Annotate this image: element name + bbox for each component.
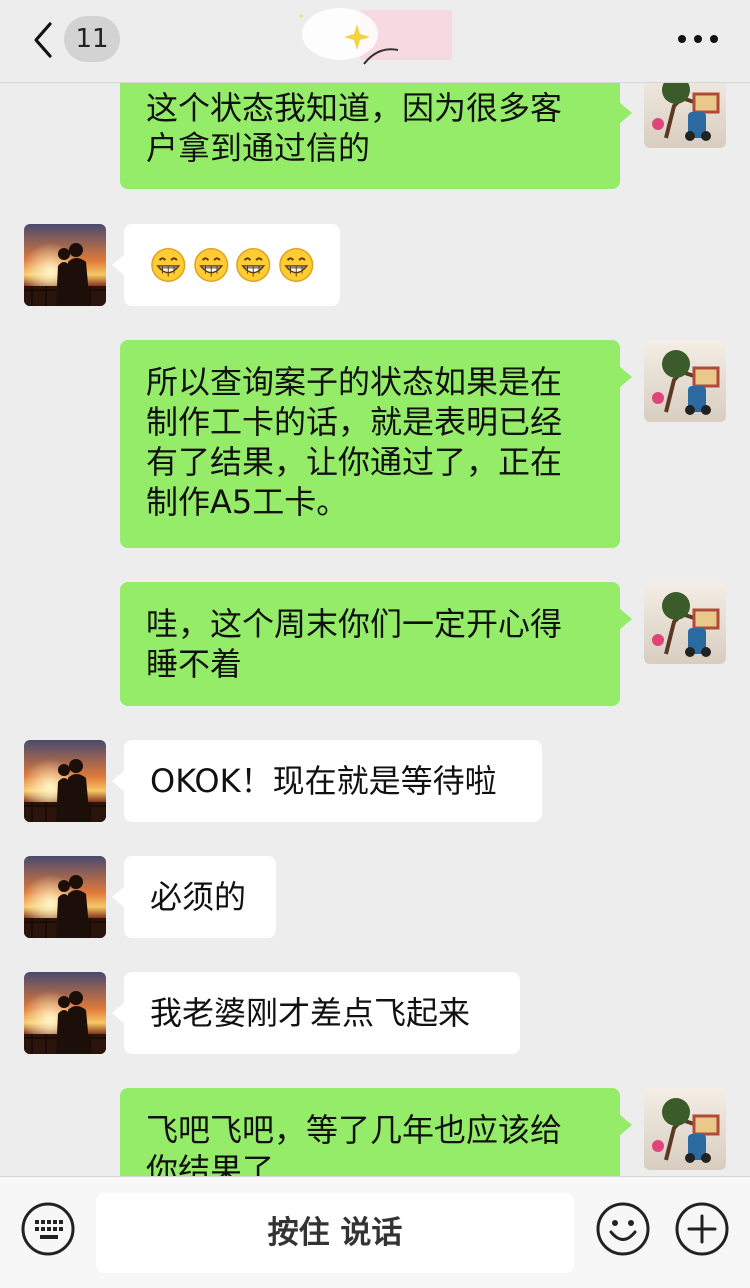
message-bubble-received[interactable]: 我老婆刚才差点飞起来 <box>112 972 520 1054</box>
more-dots-icon <box>678 35 718 43</box>
emoji-icon <box>596 1202 650 1256</box>
contact-avatar[interactable] <box>24 856 106 938</box>
message-bubble-received[interactable]: 必须的 <box>112 856 276 938</box>
message-text-line: 必须的 <box>150 878 247 916</box>
message-text-line: OKOK！现在就是等待啦 <box>150 762 497 800</box>
my-avatar[interactable] <box>644 340 726 422</box>
message-bubble-sent[interactable]: 所以查询案子的状态如果是在 制作工卡的话，就是表明已经 有了结果，让你通过了，正… <box>120 340 632 548</box>
message-text-line: 睡不着 <box>146 645 243 683</box>
input-bar: 按住 说话 <box>0 1176 750 1288</box>
emoji-row <box>150 243 314 284</box>
message-text-line: 你结果了 <box>146 1151 275 1176</box>
contact-avatar[interactable] <box>24 972 106 1054</box>
emoji-button[interactable] <box>595 1201 651 1257</box>
grinning-emoji-icon <box>278 247 313 283</box>
message-text-line: 所以查询案子的状态如果是在 <box>146 363 563 401</box>
hold-to-talk-button[interactable]: 按住 说话 <box>96 1193 574 1273</box>
message-text-line: 户拿到通过信的 <box>146 129 371 167</box>
message-bubble-sent[interactable]: 哇，这个周末你们一定开心得 睡不着 <box>120 582 632 706</box>
message-text-line: 制作A5工卡。 <box>146 483 349 521</box>
message-bubble-sent[interactable]: 飞吧飞吧，等了几年也应该给 你结果了 <box>120 1088 632 1176</box>
keyboard-icon <box>21 1202 75 1256</box>
grinning-emoji-icon <box>236 247 271 283</box>
back-button[interactable] <box>26 20 60 60</box>
plus-circle-icon <box>675 1202 729 1256</box>
message-text-line: 制作工卡的话，就是表明已经 <box>146 403 563 441</box>
my-avatar[interactable] <box>644 582 726 664</box>
contact-avatar[interactable] <box>24 740 106 822</box>
my-avatar[interactable] <box>644 1088 726 1170</box>
message-text-line: 有了结果，让你通过了，正在 <box>146 443 563 481</box>
chat-title-obscured <box>288 6 470 68</box>
message-text-line: 这个状态我知道，因为很多客 <box>146 89 563 127</box>
message-bubble-received[interactable]: OKOK！现在就是等待啦 <box>112 740 542 822</box>
message-text-line: 我老婆刚才差点飞起来 <box>150 994 471 1032</box>
chevron-left-icon <box>34 22 52 58</box>
grinning-emoji-icon <box>151 247 186 283</box>
contact-avatar[interactable] <box>24 224 106 306</box>
message-bubble-sent[interactable]: 这个状态我知道，因为很多客 户拿到通过信的 <box>120 82 632 189</box>
message-bubble-received[interactable] <box>112 224 340 306</box>
my-avatar[interactable] <box>644 82 726 148</box>
more-options-button[interactable] <box>676 26 720 52</box>
unread-count-badge[interactable]: 11 <box>64 16 120 62</box>
keyboard-toggle-button[interactable] <box>20 1201 76 1257</box>
more-functions-button[interactable] <box>674 1201 730 1257</box>
message-list[interactable]: 这个状态我知道，因为很多客 户拿到通过信的 所以查询案子的状态如果是在 制作工卡… <box>0 82 750 1176</box>
chat-header: 11 <box>0 0 750 83</box>
grinning-emoji-icon <box>193 247 228 283</box>
message-text-line: 飞吧飞吧，等了几年也应该给 <box>146 1111 563 1149</box>
message-text-line: 哇，这个周末你们一定开心得 <box>146 605 563 643</box>
